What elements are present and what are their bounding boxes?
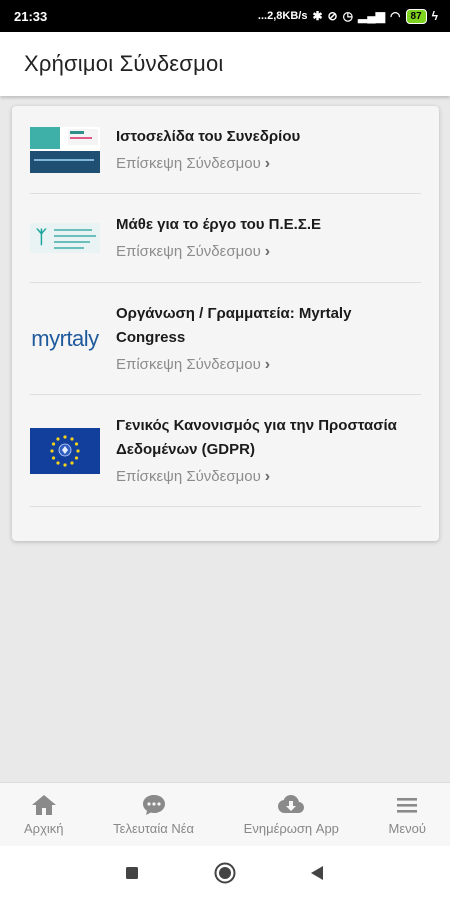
status-time: 21:33 xyxy=(14,8,48,24)
dnd-icon: ⊘ xyxy=(327,9,338,23)
chevron-right-icon: › xyxy=(264,355,271,373)
back-triangle-icon[interactable] xyxy=(310,865,324,881)
eu-flag-icon xyxy=(30,427,100,474)
recents-icon[interactable] xyxy=(125,866,139,880)
pese-logo-thumbnail: ᛉ xyxy=(30,223,100,253)
alarm-icon: ◷ xyxy=(342,9,354,23)
status-icons: ...2,8KB/s ✱ ⊘ ◷ ▂▄▆ ◠ 87 ϟ xyxy=(257,8,438,24)
list-item-title: Οργάνωση / Γραμματεία: Myrtaly Congress xyxy=(116,304,352,346)
nav-label: Μενού xyxy=(388,821,426,836)
home-circle-icon[interactable] xyxy=(214,862,236,884)
list-item-title: Γενικός Κανονισμός για την Προστασία Δεδ… xyxy=(116,416,397,458)
bottom-nav: Αρχική Τελευταία Νέα Ενημέρωση App Μενού xyxy=(0,782,450,846)
page-title: Χρήσιμοι Σύνδεσμοι xyxy=(24,51,224,76)
visit-link-label: Επίσκεψη Σύνδεσμου xyxy=(116,355,261,373)
conference-banner-thumbnail xyxy=(30,126,100,173)
app-header: Χρήσιμοι Σύνδεσμοι xyxy=(0,32,450,96)
network-speed: ...2,8KB/s xyxy=(257,10,308,22)
visit-link[interactable]: Επίσκεψη Σύνδεσμου › xyxy=(116,153,421,175)
nav-label: Ενημέρωση App xyxy=(243,821,339,836)
myrtaly-logo-text: myrtaly xyxy=(31,325,99,351)
visit-link-label: Επίσκεψη Σύνδεσμου xyxy=(116,467,261,485)
nav-item-news[interactable]: Τελευταία Νέα xyxy=(113,793,194,836)
list-item-pese[interactable]: ᛉ Μάθε για το έργο του Π.Ε.Σ.Ε Επίσκεψη … xyxy=(30,194,421,283)
signal-icon: ▂▄▆ xyxy=(358,9,386,23)
nav-item-home[interactable]: Αρχική xyxy=(24,793,64,836)
nav-label: Τελευταία Νέα xyxy=(113,821,195,836)
visit-link[interactable]: Επίσκεψη Σύνδεσμου › xyxy=(116,354,421,376)
links-card: Ιστοσελίδα του Συνεδρίου Επίσκεψη Σύνδεσ… xyxy=(12,106,439,541)
chevron-right-icon: › xyxy=(264,467,271,485)
visit-link[interactable]: Επίσκεψη Σύνδεσμου › xyxy=(116,241,421,263)
list-item-title: Μάθε για το έργο του Π.Ε.Σ.Ε xyxy=(116,216,322,233)
nav-item-update[interactable]: Ενημέρωση App xyxy=(244,793,339,836)
list-item-gdpr[interactable]: Γενικός Κανονισμός για την Προστασία Δεδ… xyxy=(30,395,421,507)
chevron-right-icon: › xyxy=(264,243,271,260)
eu-gdpr-flag-thumbnail xyxy=(30,427,100,474)
visit-link-label: Επίσκεψη Σύνδεσμου xyxy=(116,243,261,260)
status-bar: 21:33 ...2,8KB/s ✱ ⊘ ◷ ▂▄▆ ◠ 87 ϟ xyxy=(0,0,450,32)
nav-item-menu[interactable]: Μενού xyxy=(389,793,426,836)
list-item-conference[interactable]: Ιστοσελίδα του Συνεδρίου Επίσκεψη Σύνδεσ… xyxy=(30,106,421,194)
bluetooth-icon: ✱ xyxy=(312,9,323,23)
visit-link-label: Επίσκεψη Σύνδεσμου xyxy=(116,154,261,172)
system-navigation-bar xyxy=(0,846,450,900)
home-icon xyxy=(31,795,56,815)
list-item-title: Ιστοσελίδα του Συνεδρίου xyxy=(116,127,301,145)
nav-label: Αρχική xyxy=(24,821,64,836)
wifi-icon: ◠ xyxy=(390,9,401,23)
myrtaly-logo-thumbnail: myrtaly xyxy=(30,319,100,359)
menu-icon xyxy=(397,798,418,813)
cloud-download-icon xyxy=(278,795,305,813)
charging-icon: ϟ xyxy=(431,9,438,23)
list-item-myrtaly[interactable]: myrtaly Οργάνωση / Γραμματεία: Myrtaly C… xyxy=(30,283,421,395)
visit-link[interactable]: Επίσκεψη Σύνδεσμου › xyxy=(116,466,421,488)
chat-icon xyxy=(142,795,165,815)
battery-icon: 87 xyxy=(405,8,427,24)
chevron-right-icon: › xyxy=(264,154,271,172)
